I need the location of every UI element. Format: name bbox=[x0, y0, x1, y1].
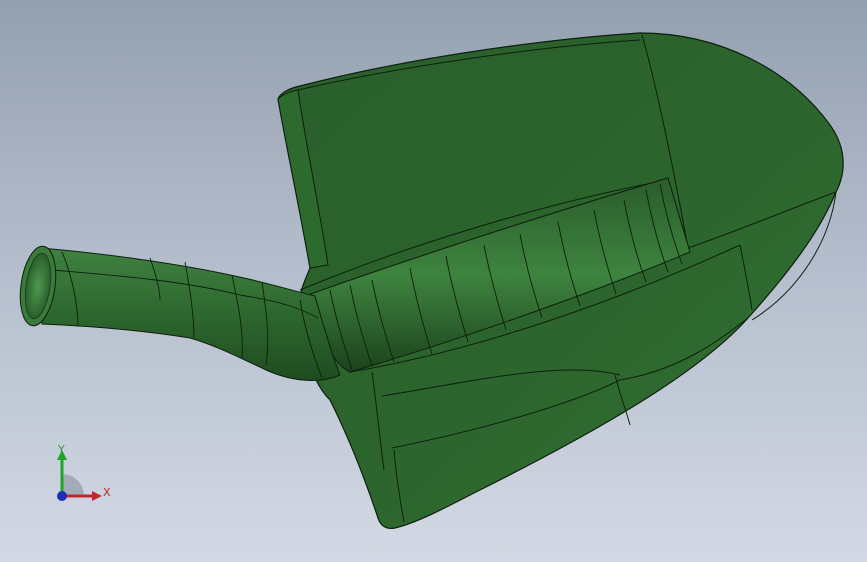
triad-graphic bbox=[57, 450, 102, 501]
graphics-viewport[interactable]: X Y bbox=[0, 0, 867, 562]
y-axis-label: Y bbox=[58, 443, 65, 456]
shovel-model[interactable] bbox=[0, 0, 867, 562]
handle-socket-tube[interactable] bbox=[39, 247, 341, 381]
reference-triad: X Y bbox=[40, 438, 130, 518]
x-axis-label: X bbox=[103, 486, 111, 499]
